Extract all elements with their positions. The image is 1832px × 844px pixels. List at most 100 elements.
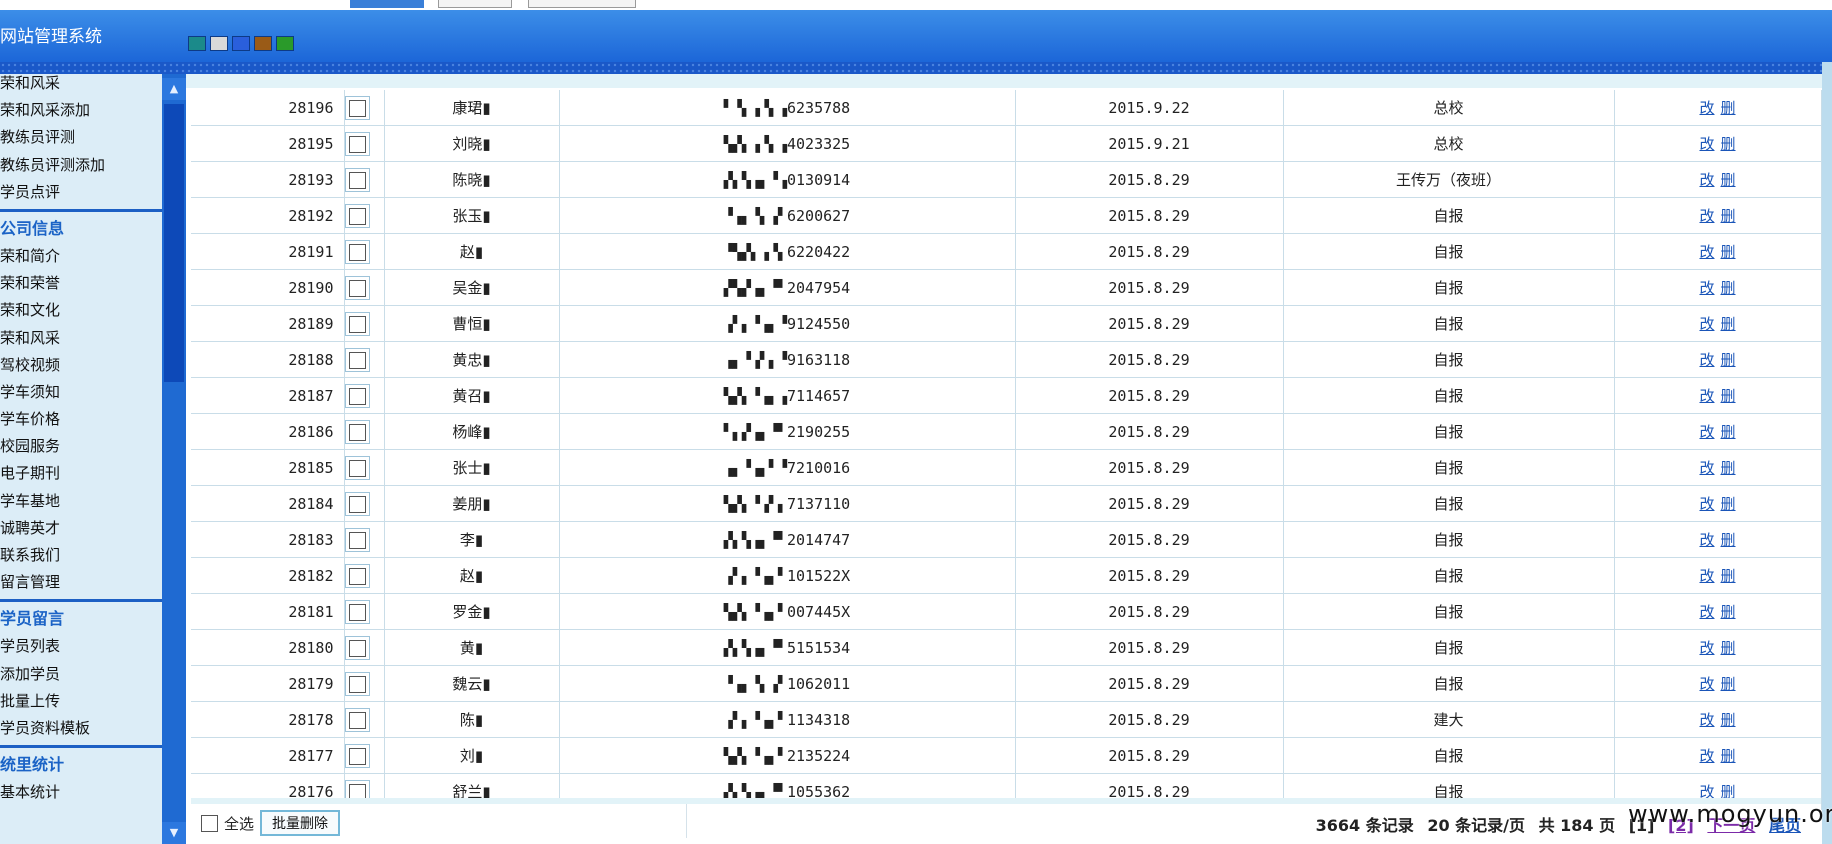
row-checkbox[interactable]	[348, 99, 366, 117]
sidebar-item[interactable]: 荣和荣誉	[0, 270, 162, 297]
row-checkbox[interactable]	[348, 135, 366, 153]
scroll-down-arrow-icon[interactable]: ▼	[162, 822, 186, 844]
toolbar-tab[interactable]	[438, 0, 512, 8]
delete-link[interactable]: 删	[1721, 639, 1736, 657]
row-checkbox[interactable]	[348, 351, 366, 369]
theme-swatch[interactable]	[210, 36, 228, 51]
edit-link[interactable]: 改	[1699, 279, 1714, 297]
edit-link[interactable]: 改	[1699, 639, 1714, 657]
edit-link[interactable]: 改	[1699, 243, 1714, 261]
row-checkbox[interactable]	[348, 603, 366, 621]
sidebar-item[interactable]: 学员列表	[0, 633, 162, 660]
row-checkbox[interactable]	[348, 747, 366, 765]
delete-link[interactable]: 删	[1721, 495, 1736, 513]
sidebar-item[interactable]: 添加学员	[0, 661, 162, 688]
sidebar-item[interactable]: 批量上传	[0, 688, 162, 715]
delete-link[interactable]: 删	[1721, 351, 1736, 369]
delete-link[interactable]: 删	[1721, 99, 1736, 117]
scrollbar-thumb[interactable]	[164, 104, 184, 382]
row-checkbox[interactable]	[348, 243, 366, 261]
page-scroll-gutter[interactable]	[1822, 62, 1832, 844]
batch-delete-button[interactable]: 批量删除	[260, 810, 341, 836]
sidebar-item[interactable]: 学车基地	[0, 488, 162, 515]
sidebar-item[interactable]: 学员资料模板	[0, 715, 162, 742]
sidebar-item[interactable]: 教练员评测添加	[0, 152, 162, 179]
theme-swatch[interactable]	[254, 36, 272, 51]
delete-link[interactable]: 删	[1721, 315, 1736, 333]
row-checkbox[interactable]	[348, 315, 366, 333]
edit-link[interactable]: 改	[1699, 135, 1714, 153]
delete-link[interactable]: 删	[1721, 567, 1736, 585]
edit-link[interactable]: 改	[1699, 423, 1714, 441]
edit-link[interactable]: 改	[1699, 99, 1714, 117]
delete-link[interactable]: 删	[1721, 207, 1736, 225]
edit-link[interactable]: 改	[1699, 495, 1714, 513]
delete-link[interactable]: 删	[1721, 531, 1736, 549]
row-checkbox[interactable]	[348, 459, 366, 477]
delete-link[interactable]: 删	[1721, 171, 1736, 189]
row-checkbox[interactable]	[348, 495, 366, 513]
delete-link[interactable]: 删	[1721, 135, 1736, 153]
row-id: 28188	[191, 341, 345, 378]
theme-swatch[interactable]	[232, 36, 250, 51]
sidebar-item[interactable]: 荣和风采	[0, 74, 162, 97]
edit-link[interactable]: 改	[1699, 603, 1714, 621]
edit-link[interactable]: 改	[1699, 207, 1714, 225]
sidebar-item[interactable]: 校园服务	[0, 433, 162, 460]
row-checkbox[interactable]	[348, 171, 366, 189]
row-actions: 改删	[1614, 665, 1822, 702]
toolbar-tab[interactable]	[528, 0, 636, 8]
scroll-up-arrow-icon[interactable]: ▲	[162, 78, 186, 100]
sidebar-item[interactable]: 驾校视频	[0, 352, 162, 379]
row-checkbox[interactable]	[348, 567, 366, 585]
sidebar-group-title[interactable]: 统里统计	[0, 751, 162, 779]
edit-link[interactable]: 改	[1699, 567, 1714, 585]
sidebar-item[interactable]: 荣和风采	[0, 325, 162, 352]
row-checkbox[interactable]	[348, 639, 366, 657]
footer-actions: 全选 批量删除	[201, 810, 341, 836]
sidebar-group-title[interactable]: 学员留言	[0, 605, 162, 633]
row-checkbox[interactable]	[348, 531, 366, 549]
delete-link[interactable]: 删	[1721, 423, 1736, 441]
delete-link[interactable]: 删	[1721, 747, 1736, 765]
select-all-checkbox[interactable]	[201, 814, 218, 832]
row-checkbox[interactable]	[348, 279, 366, 297]
edit-link[interactable]: 改	[1699, 351, 1714, 369]
edit-link[interactable]: 改	[1699, 531, 1714, 549]
row-checkbox[interactable]	[348, 423, 366, 441]
sidebar-item[interactable]: 学车须知	[0, 379, 162, 406]
edit-link[interactable]: 改	[1699, 747, 1714, 765]
edit-link[interactable]: 改	[1699, 387, 1714, 405]
edit-link[interactable]: 改	[1699, 315, 1714, 333]
sidebar-item[interactable]: 留言管理	[0, 569, 162, 596]
sidebar-item[interactable]: 荣和风采添加	[0, 97, 162, 124]
sidebar-item[interactable]: 基本统计	[0, 779, 162, 806]
sidebar-item[interactable]: 学员点评	[0, 179, 162, 206]
sidebar-item[interactable]: 联系我们	[0, 542, 162, 569]
edit-link[interactable]: 改	[1699, 675, 1714, 693]
row-checkbox[interactable]	[348, 711, 366, 729]
sidebar-item[interactable]: 荣和简介	[0, 243, 162, 270]
theme-swatch[interactable]	[188, 36, 206, 51]
delete-link[interactable]: 删	[1721, 279, 1736, 297]
sidebar-item[interactable]: 学车价格	[0, 406, 162, 433]
delete-link[interactable]: 删	[1721, 243, 1736, 261]
edit-link[interactable]: 改	[1699, 711, 1714, 729]
delete-link[interactable]: 删	[1721, 711, 1736, 729]
delete-link[interactable]: 删	[1721, 675, 1736, 693]
sidebar-item[interactable]: 诚聘英才	[0, 515, 162, 542]
row-checkbox[interactable]	[348, 675, 366, 693]
sidebar-item[interactable]: 荣和文化	[0, 297, 162, 324]
row-checkbox[interactable]	[348, 207, 366, 225]
delete-link[interactable]: 删	[1721, 603, 1736, 621]
edit-link[interactable]: 改	[1699, 459, 1714, 477]
sidebar-group-title[interactable]: 公司信息	[0, 215, 162, 243]
sidebar-item[interactable]: 电子期刊	[0, 460, 162, 487]
delete-link[interactable]: 删	[1721, 387, 1736, 405]
delete-link[interactable]: 删	[1721, 459, 1736, 477]
sidebar-item[interactable]: 教练员评测	[0, 124, 162, 151]
toolbar-tab-active[interactable]	[350, 0, 424, 8]
theme-swatch[interactable]	[276, 36, 294, 51]
row-checkbox[interactable]	[348, 387, 366, 405]
edit-link[interactable]: 改	[1699, 171, 1714, 189]
